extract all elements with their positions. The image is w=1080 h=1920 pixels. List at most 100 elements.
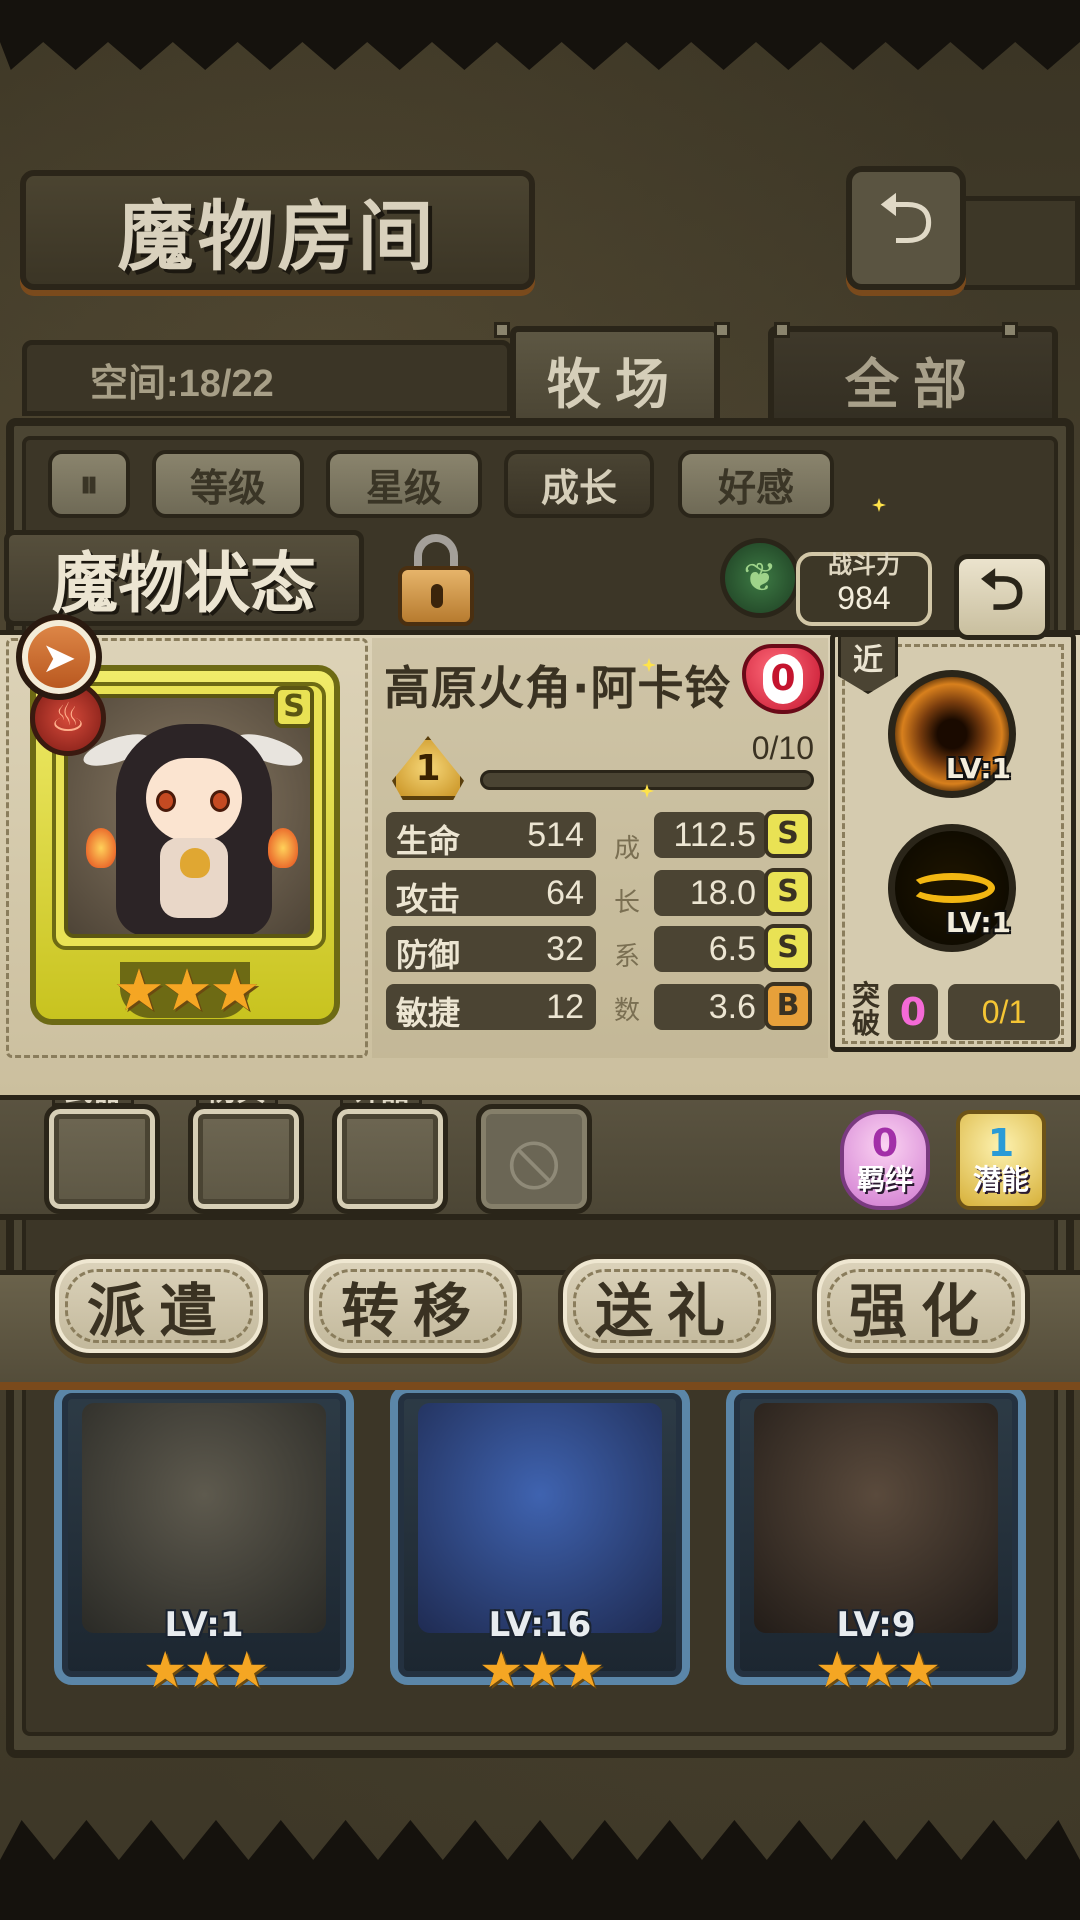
stat-name: 攻击 [396, 880, 461, 918]
growth-label-char: 成 [613, 834, 640, 864]
stat-row-attack: 攻击 64 [386, 870, 596, 918]
star-rating: ★★★ [814, 1641, 941, 1699]
growth-grade: S [764, 810, 812, 858]
stat-name: 敏捷 [396, 994, 461, 1032]
stat-value: 514 [527, 816, 584, 854]
roster-card-level: LV:1 [164, 1605, 244, 1645]
growth-value: 3.6 [708, 988, 756, 1026]
transfer-label: 转移 [340, 1277, 485, 1345]
tab-ranch-label: 牧场 [547, 351, 683, 416]
break-count: 0 [888, 984, 938, 1040]
tab-all-label: 全部 [845, 351, 981, 416]
growth-row-hp: 112.5 [654, 812, 766, 858]
tab-rivet [714, 322, 730, 338]
locked-slot: ⦸ [476, 1104, 592, 1214]
pause-icon: ⏸ [79, 461, 99, 506]
flame-icon [268, 828, 298, 868]
skill-1[interactable]: LV:1 [888, 670, 1016, 798]
monster-eye [210, 790, 230, 812]
leaf-element-icon: ❦ [720, 538, 800, 618]
transfer-button[interactable]: 转移 [304, 1254, 522, 1358]
growth-value: 6.5 [708, 930, 756, 968]
sort-affection-label: 好感 [717, 464, 794, 510]
affection-value: 0 [763, 654, 803, 704]
potential-label: 潜能 [972, 1163, 1029, 1196]
combat-power-label: 战斗力 [828, 551, 900, 579]
bond-label: 羁绊 [856, 1163, 913, 1196]
growth-grade: B [764, 982, 812, 1030]
growth-label-char: 数 [613, 996, 640, 1026]
stat-value: 12 [546, 988, 584, 1026]
monster-eye [156, 790, 176, 812]
status-title: 魔物状态 [52, 544, 316, 622]
combat-power-value: 984 [837, 580, 891, 616]
stat-row-agility: 敏捷 12 [386, 984, 596, 1032]
stat-name: 防御 [396, 936, 461, 974]
sort-order-toggle[interactable]: ⏸ [48, 450, 130, 518]
potential-button[interactable]: 1 潜能 [956, 1110, 1046, 1210]
accessory-slot[interactable] [332, 1104, 448, 1214]
padlock-icon[interactable] [390, 530, 482, 626]
skill-2[interactable]: LV:1 [888, 824, 1016, 952]
close-status-button[interactable]: ⮌ [954, 554, 1050, 640]
gift-label: 送礼 [594, 1277, 739, 1345]
stat-value: 64 [546, 874, 584, 912]
sort-growth-label: 成长 [540, 464, 617, 510]
tab-ranch[interactable]: 牧场 [510, 326, 720, 432]
sort-growth-button[interactable]: 成长 [504, 450, 654, 518]
star-rating: ★★★ [142, 1641, 269, 1699]
potential-value: 1 [987, 1121, 1015, 1165]
bond-value: 0 [871, 1121, 899, 1165]
page-title: 魔物房间 [117, 192, 438, 281]
monster-name: 高原火角·阿卡铃 [384, 661, 732, 715]
dispatch-label: 派遣 [86, 1277, 231, 1345]
title-plate: 魔物房间 [20, 170, 535, 290]
skill-level: LV:1 [945, 906, 1011, 939]
monster-portrait [418, 1403, 662, 1633]
roster-card-1[interactable]: LV:1 ★★★ [54, 1385, 354, 1699]
tab-rivet [1002, 322, 1018, 338]
growth-value: 18.0 [689, 874, 756, 912]
sort-affection-button[interactable]: 好感 [678, 450, 834, 518]
tab-all[interactable]: 全部 [768, 326, 1058, 432]
sort-level-label: 等级 [189, 464, 266, 510]
roster-card-level: LV:9 [836, 1605, 916, 1645]
roster-card-2[interactable]: LV:16 ★★★ [390, 1385, 690, 1699]
sort-star-label: 星级 [365, 464, 442, 510]
padlock-body [398, 566, 474, 626]
torn-edge-bottom [0, 1820, 1080, 1920]
monster-portrait [754, 1403, 998, 1633]
growth-row-defense: 6.5 [654, 926, 766, 972]
return-arrow-icon: ⮌ [979, 557, 1025, 623]
dispatch-button[interactable]: 派遣 [50, 1254, 268, 1358]
stat-row-hp: 生命 514 [386, 812, 596, 860]
return-button[interactable]: ⮌ [846, 166, 966, 290]
break-label: 突破 [851, 979, 880, 1040]
role-badge: ➤ [16, 614, 102, 700]
roster-card-3[interactable]: LV:9 ★★★ [726, 1385, 1026, 1699]
stat-name: 生命 [396, 822, 461, 860]
exp-text: 0/10 [751, 730, 814, 766]
flame-icon [86, 828, 116, 868]
grade-badge: S [274, 686, 314, 728]
stat-value: 32 [546, 930, 584, 968]
armor-slot[interactable] [188, 1104, 304, 1214]
sort-level-button[interactable]: 等级 [152, 450, 304, 518]
skill-level: LV:1 [945, 752, 1011, 785]
bell-icon [180, 848, 210, 878]
growth-label-char: 长 [613, 888, 640, 918]
enhance-label: 强化 [848, 1277, 993, 1345]
roster-card-level: LV:16 [488, 1605, 592, 1645]
star-rating: ★★★ [113, 956, 261, 1024]
break-progress[interactable]: 0/1 [948, 984, 1060, 1040]
gift-button[interactable]: 送礼 [558, 1254, 776, 1358]
enhance-button[interactable]: 强化 [812, 1254, 1030, 1358]
bond-button[interactable]: 0 羁绊 [840, 1110, 930, 1210]
weapon-slot[interactable] [44, 1104, 160, 1214]
arrow-role-icon: ➤ [41, 632, 77, 682]
sort-star-button[interactable]: 星级 [326, 450, 482, 518]
star-rating: ★★★ [478, 1641, 605, 1699]
golden-swirl-icon [909, 873, 995, 903]
growth-label-char: 系 [613, 942, 640, 972]
stat-row-defense: 防御 32 [386, 926, 596, 974]
